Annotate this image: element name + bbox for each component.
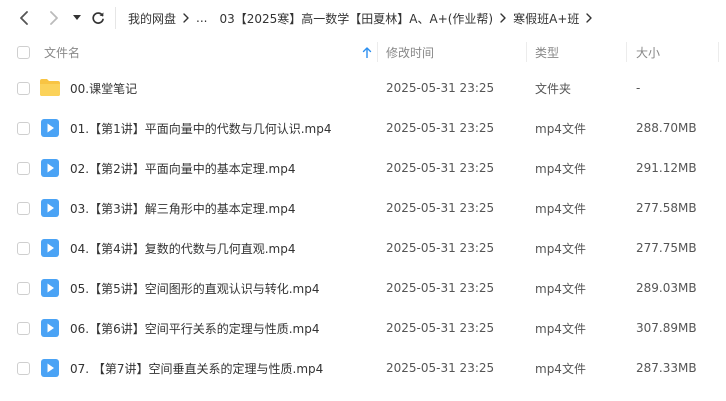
- video-file-icon: [41, 159, 59, 181]
- video-file-icon: [41, 199, 59, 221]
- history-dropdown-button[interactable]: [70, 8, 84, 28]
- breadcrumb-item-ellipsis[interactable]: ...: [196, 11, 207, 25]
- sort-ascending-icon[interactable]: [362, 45, 372, 64]
- file-modified: 2025-05-31 23:25: [386, 161, 495, 175]
- column-header-size[interactable]: 大小: [636, 36, 660, 68]
- file-size: -: [636, 81, 641, 95]
- file-size: 288.70MB: [636, 121, 697, 135]
- breadcrumb-item-root[interactable]: 我的网盘: [128, 10, 176, 27]
- file-size: 277.58MB: [636, 201, 697, 215]
- chevron-right-icon: [586, 13, 593, 23]
- file-row[interactable]: 07. 【第7讲】空间垂直关系的定理与性质.mp4 2025-05-31 23:…: [0, 348, 726, 388]
- file-type: mp4文件: [535, 321, 586, 336]
- back-button[interactable]: [14, 8, 34, 28]
- file-size: 287.33MB: [636, 361, 697, 375]
- file-name[interactable]: 01.【第1讲】平面向量中的代数与几何认识.mp4: [70, 108, 331, 148]
- file-modified: 2025-05-31 23:25: [386, 321, 495, 335]
- video-file-icon: [41, 319, 59, 341]
- file-name[interactable]: 05.【第5讲】空间图形的直观认识与转化.mp4: [70, 268, 319, 308]
- column-divider[interactable]: [377, 42, 378, 62]
- row-checkbox[interactable]: [17, 362, 30, 375]
- file-modified: 2025-05-31 23:25: [386, 201, 495, 215]
- row-checkbox[interactable]: [17, 322, 30, 335]
- file-type: mp4文件: [535, 361, 586, 376]
- file-row[interactable]: 01.【第1讲】平面向量中的代数与几何认识.mp4 2025-05-31 23:…: [0, 108, 726, 148]
- breadcrumb-item-current[interactable]: 寒假班A+班: [513, 10, 579, 27]
- file-size: 289.03MB: [636, 281, 697, 295]
- chevron-right-icon: [49, 11, 59, 25]
- file-type: mp4文件: [535, 161, 586, 176]
- file-size: 277.75MB: [636, 241, 697, 255]
- chevron-left-icon: [19, 11, 29, 25]
- file-row[interactable]: 06.【第6讲】空间平行关系的定理与性质.mp4 2025-05-31 23:2…: [0, 308, 726, 348]
- file-name[interactable]: 02.【第2讲】平面向量中的基本定理.mp4: [70, 148, 295, 188]
- file-modified: 2025-05-31 23:25: [386, 241, 495, 255]
- file-type: mp4文件: [535, 121, 586, 136]
- file-size: 291.12MB: [636, 161, 697, 175]
- file-size: 307.89MB: [636, 321, 697, 335]
- file-list-header: 文件名 修改时间 类型 大小: [0, 36, 726, 68]
- column-header-name[interactable]: 文件名: [44, 36, 80, 68]
- file-modified: 2025-05-31 23:25: [386, 281, 495, 295]
- column-divider[interactable]: [626, 42, 627, 62]
- file-row[interactable]: 03.【第3讲】解三角形中的基本定理.mp4 2025-05-31 23:25 …: [0, 188, 726, 228]
- row-checkbox[interactable]: [17, 242, 30, 255]
- forward-button[interactable]: [44, 8, 64, 28]
- file-modified: 2025-05-31 23:25: [386, 121, 495, 135]
- column-divider[interactable]: [718, 42, 719, 62]
- chevron-right-icon: [183, 13, 189, 23]
- row-checkbox[interactable]: [17, 122, 30, 135]
- file-type: mp4文件: [535, 241, 586, 256]
- file-name[interactable]: 03.【第3讲】解三角形中的基本定理.mp4: [70, 188, 295, 228]
- file-row[interactable]: 00.课堂笔记 2025-05-31 23:25 文件夹 -: [0, 68, 726, 108]
- refresh-button[interactable]: [89, 8, 107, 28]
- breadcrumb-item-course[interactable]: 03【2025寒】高一数学【田夏林】A、A+(作业帮): [219, 10, 493, 27]
- toolbar-divider: [115, 7, 116, 29]
- file-name[interactable]: 04.【第4讲】复数的代数与几何直观.mp4: [70, 228, 295, 268]
- column-header-type[interactable]: 类型: [535, 36, 559, 68]
- toolbar: 我的网盘 ... 03【2025寒】高一数学【田夏林】A、A+(作业帮) 寒假班…: [0, 0, 726, 36]
- file-row[interactable]: 04.【第4讲】复数的代数与几何直观.mp4 2025-05-31 23:25 …: [0, 228, 726, 268]
- breadcrumb: 我的网盘 ... 03【2025寒】高一数学【田夏林】A、A+(作业帮) 寒假班…: [128, 0, 599, 36]
- column-header-modified[interactable]: 修改时间: [386, 36, 434, 68]
- file-modified: 2025-05-31 23:25: [386, 81, 495, 95]
- file-name[interactable]: 00.课堂笔记: [70, 68, 137, 108]
- video-file-icon: [41, 359, 59, 381]
- file-row[interactable]: 02.【第2讲】平面向量中的基本定理.mp4 2025-05-31 23:25 …: [0, 148, 726, 188]
- file-type: mp4文件: [535, 281, 586, 296]
- row-checkbox[interactable]: [17, 282, 30, 295]
- video-file-icon: [41, 119, 59, 141]
- folder-icon: [40, 79, 60, 100]
- video-file-icon: [41, 279, 59, 301]
- file-name[interactable]: 06.【第6讲】空间平行关系的定理与性质.mp4: [70, 308, 319, 348]
- file-type: 文件夹: [535, 81, 572, 96]
- video-file-icon: [41, 239, 59, 261]
- file-row[interactable]: 05.【第5讲】空间图形的直观认识与转化.mp4 2025-05-31 23:2…: [0, 268, 726, 308]
- row-checkbox[interactable]: [17, 82, 30, 95]
- file-modified: 2025-05-31 23:25: [386, 361, 495, 375]
- select-all-checkbox[interactable]: [17, 46, 30, 59]
- file-name[interactable]: 07. 【第7讲】空间垂直关系的定理与性质.mp4: [70, 348, 323, 388]
- column-divider[interactable]: [526, 42, 527, 62]
- refresh-icon: [91, 11, 105, 25]
- row-checkbox[interactable]: [17, 162, 30, 175]
- row-checkbox[interactable]: [17, 202, 30, 215]
- chevron-right-icon: [500, 13, 506, 23]
- file-type: mp4文件: [535, 201, 586, 216]
- dropdown-triangle-icon: [73, 15, 81, 21]
